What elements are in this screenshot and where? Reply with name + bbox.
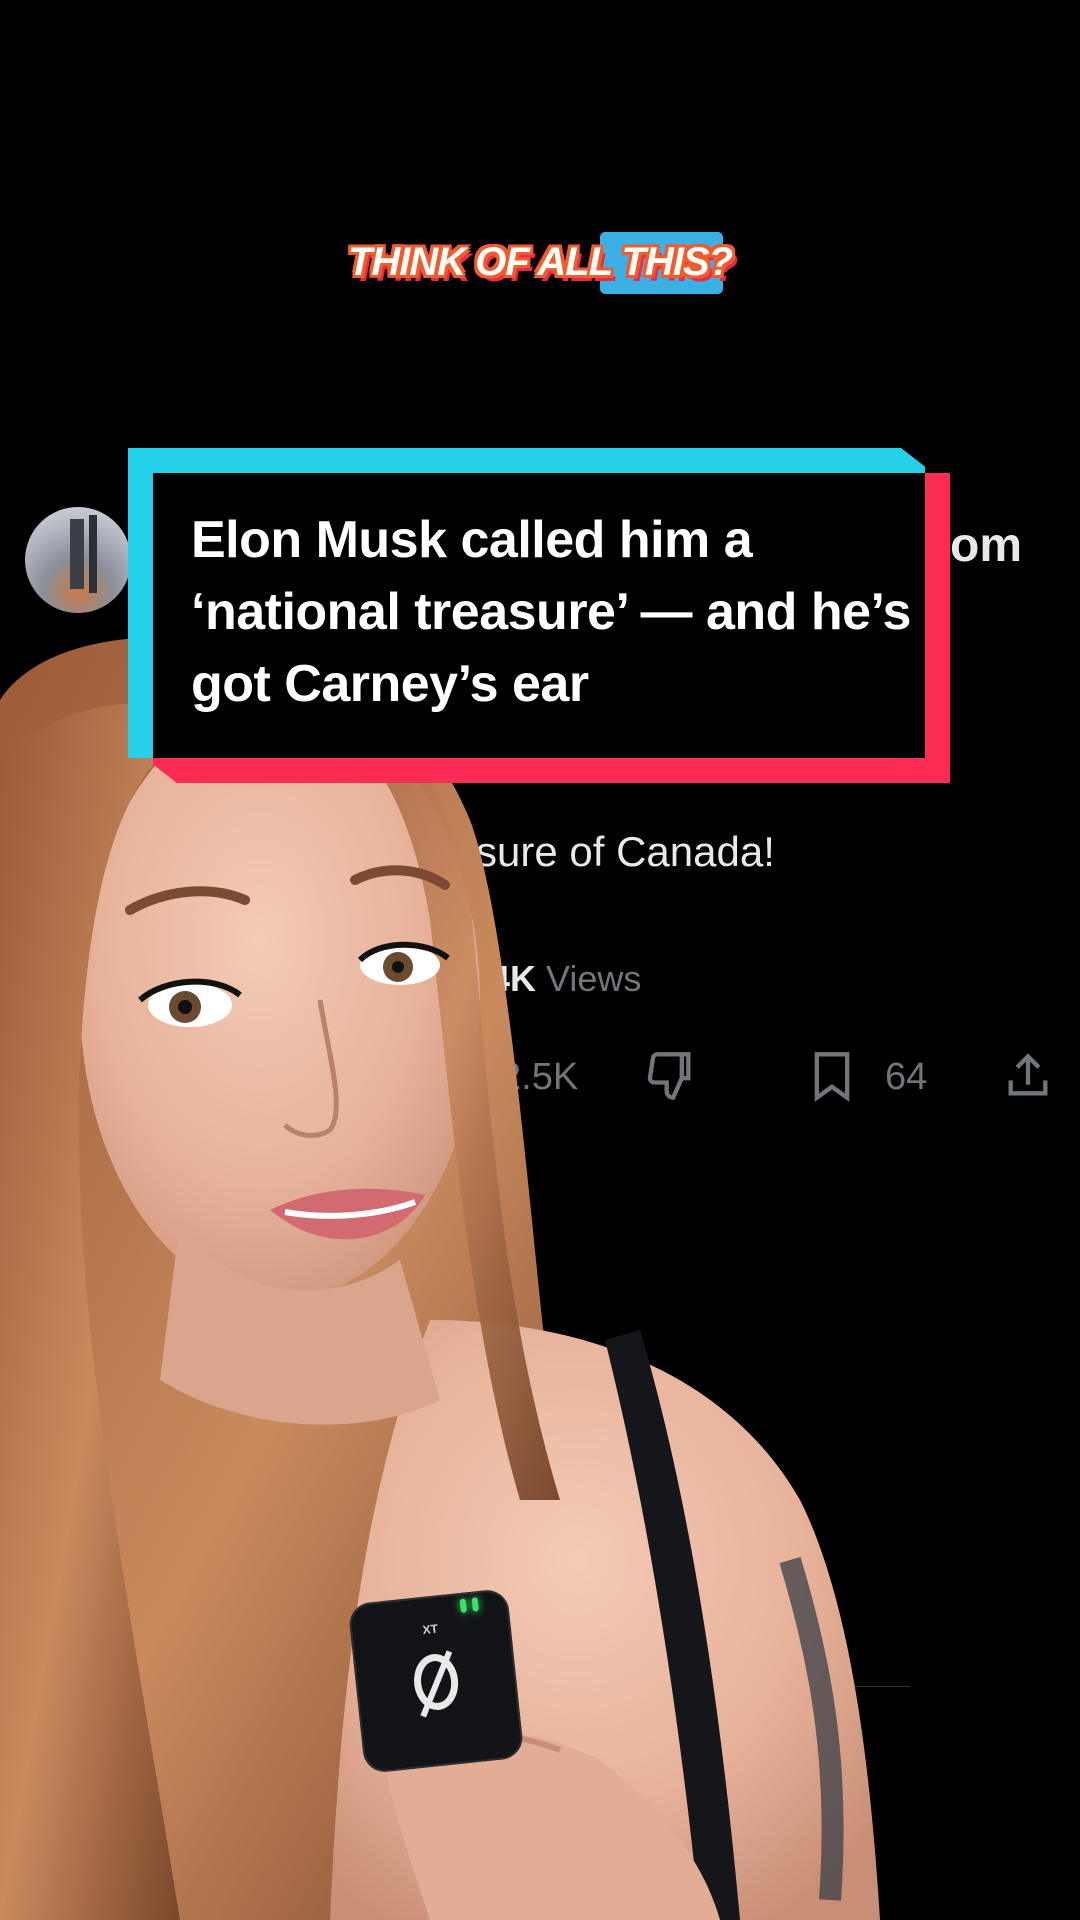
wireless-microphone: XT bbox=[347, 1588, 525, 1774]
tweet-avatar bbox=[25, 507, 131, 613]
tweet-body-text: sure of Canada! bbox=[476, 828, 775, 875]
divider-line bbox=[210, 1686, 910, 1687]
bookmark-icon[interactable] bbox=[806, 1050, 858, 1107]
share-icon[interactable] bbox=[1002, 1050, 1054, 1107]
headline-text: Elon Musk called him a ‘national treasur… bbox=[191, 511, 911, 713]
tweet-views: 4K Views bbox=[490, 958, 641, 1000]
caption: THINK OF ALL THIS? bbox=[347, 232, 733, 294]
tweet-handle: om bbox=[950, 519, 1022, 572]
likes-count: 2.5K bbox=[500, 1056, 579, 1098]
mic-led bbox=[459, 1598, 467, 1614]
mic-brand-label: XT bbox=[421, 1621, 439, 1638]
mic-logo-icon bbox=[411, 1651, 461, 1713]
caption-bar: THINK OF ALL THIS? bbox=[0, 232, 1080, 294]
rocket-graphic bbox=[70, 519, 84, 589]
bookmarks-count: 64 bbox=[885, 1056, 928, 1098]
launch-tower-graphic bbox=[89, 515, 97, 593]
views-count: 4K bbox=[490, 958, 537, 999]
headline-card: Elon Musk called him a ‘national treasur… bbox=[128, 448, 950, 783]
views-label: Views bbox=[546, 958, 642, 999]
tweet-action-bar: 2.5K 64 bbox=[0, 1050, 1080, 1110]
video-frame: om sure of Canada! 4K Views 2.5K 64 XT E… bbox=[0, 0, 1080, 1920]
dislike-icon[interactable] bbox=[645, 1050, 697, 1107]
caption-text: THINK OF ALL THIS? bbox=[347, 240, 733, 284]
mic-led bbox=[471, 1597, 479, 1612]
